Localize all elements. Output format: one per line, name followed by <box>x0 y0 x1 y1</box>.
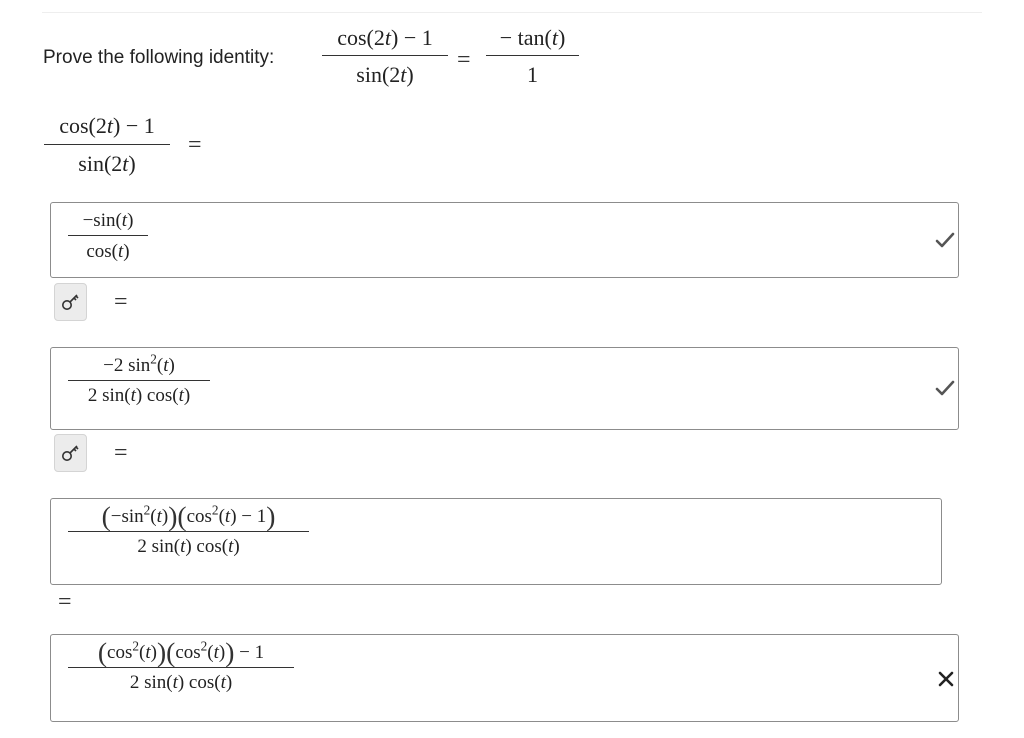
step-2-numerator: −2 sin2(t) <box>103 351 175 376</box>
x-mark-icon <box>938 671 954 687</box>
identity-equals: = <box>457 47 471 73</box>
start-equals: = <box>188 132 202 158</box>
step-1-equals: = <box>114 289 128 315</box>
step-4-denominator: 2 sin(t) cos(t) <box>129 672 233 693</box>
hint-key-button-2[interactable] <box>54 434 87 472</box>
step-3-numerator: (−sin2(t))(cos2(t) − 1) <box>101 500 276 532</box>
step-1-expression: −sin(t) cos(t) <box>68 211 148 261</box>
step-4-expression: (cos2(t))(cos2(t)) − 1 2 sin(t) cos(t) <box>68 636 294 693</box>
identity-lhs-numerator: cos(2t) − 1 <box>337 25 433 50</box>
checkmark-icon <box>935 232 955 248</box>
step-2-equals: = <box>114 440 128 466</box>
start-fraction: cos(2t) − 1 sin(2t) <box>44 115 170 175</box>
identity-lhs-fraction: cos(2t) − 1 sin(2t) <box>322 27 448 86</box>
identity-rhs-denominator: 1 <box>527 62 538 87</box>
start-numerator: cos(2t) − 1 <box>59 113 155 138</box>
step-1-denominator: cos(t) <box>86 241 130 262</box>
step-3-equals: = <box>58 589 72 615</box>
step-1-input[interactable] <box>50 202 959 278</box>
top-divider <box>42 12 982 13</box>
identity-lhs-denominator: sin(2t) <box>356 62 414 87</box>
hint-key-button-1[interactable] <box>54 283 87 321</box>
key-icon <box>61 445 79 461</box>
key-icon <box>61 294 79 310</box>
start-denominator: sin(2t) <box>78 151 136 176</box>
identity-rhs-numerator: − tan(t) <box>499 25 566 50</box>
step-2-expression: −2 sin2(t) 2 sin(t) cos(t) <box>68 351 210 406</box>
step-4-numerator: (cos2(t))(cos2(t)) − 1 <box>97 636 265 668</box>
checkmark-icon <box>935 380 955 396</box>
step-1-numerator: −sin(t) <box>82 210 134 231</box>
problem-prompt: Prove the following identity: <box>43 47 275 68</box>
step-3-denominator: 2 sin(t) cos(t) <box>137 536 240 557</box>
step-2-denominator: 2 sin(t) cos(t) <box>87 385 191 406</box>
step-3-expression: (−sin2(t))(cos2(t) − 1) 2 sin(t) cos(t) <box>68 500 309 557</box>
identity-rhs-fraction: − tan(t) 1 <box>486 27 579 86</box>
